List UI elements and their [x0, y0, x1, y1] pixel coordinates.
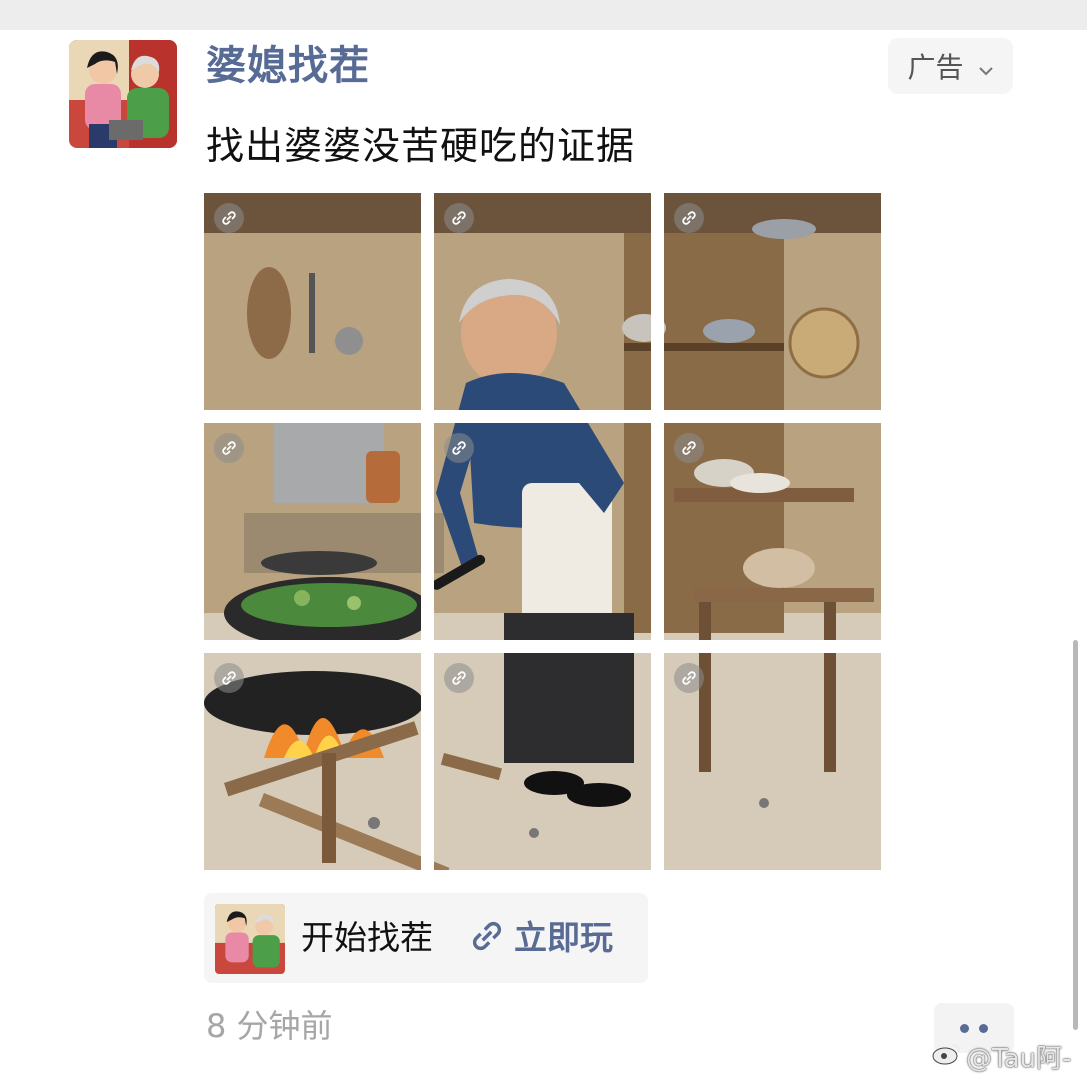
mini-program-card[interactable]: 开始找茬 立即玩	[204, 893, 648, 983]
post-text: 找出婆婆没苦硬吃的证据	[206, 124, 636, 168]
play-now-link[interactable]: 立即玩	[470, 915, 613, 961]
ad-label: 广告	[907, 51, 964, 84]
grid-image-9[interactable]	[664, 653, 881, 870]
ad-badge[interactable]: 广告	[888, 38, 1013, 94]
app-avatar[interactable]	[69, 40, 177, 148]
link-icon	[214, 433, 244, 463]
link-icon	[674, 433, 704, 463]
grid-image-4[interactable]	[204, 423, 421, 640]
card-title: 开始找茬	[301, 918, 433, 957]
link-icon	[674, 203, 704, 233]
watermark-text: @Tau阿-	[966, 1044, 1072, 1074]
weibo-icon	[932, 1041, 962, 1072]
timestamp: 8 分钟前	[206, 1007, 333, 1045]
grid-image-3[interactable]	[664, 193, 881, 410]
link-icon	[470, 919, 504, 957]
watermark: @Tau阿-	[932, 1038, 1071, 1075]
grid-image-6[interactable]	[664, 423, 881, 640]
grid-image-8[interactable]	[434, 653, 651, 870]
card-thumbnail	[215, 904, 285, 974]
link-icon	[214, 203, 244, 233]
play-now-label: 立即玩	[514, 918, 613, 957]
grid-image-7[interactable]	[204, 653, 421, 870]
scrollbar[interactable]	[1073, 640, 1078, 1030]
link-icon	[444, 433, 474, 463]
grid-image-5[interactable]	[434, 423, 651, 640]
link-icon	[444, 663, 474, 693]
grid-image-2[interactable]	[434, 193, 651, 410]
chevron-down-icon	[978, 50, 994, 83]
link-icon	[444, 203, 474, 233]
app-name[interactable]: 婆媳找茬	[206, 38, 370, 94]
grid-image-1[interactable]	[204, 193, 421, 410]
top-status-strip	[0, 0, 1087, 30]
link-icon	[214, 663, 244, 693]
link-icon	[674, 663, 704, 693]
image-grid	[204, 193, 881, 870]
